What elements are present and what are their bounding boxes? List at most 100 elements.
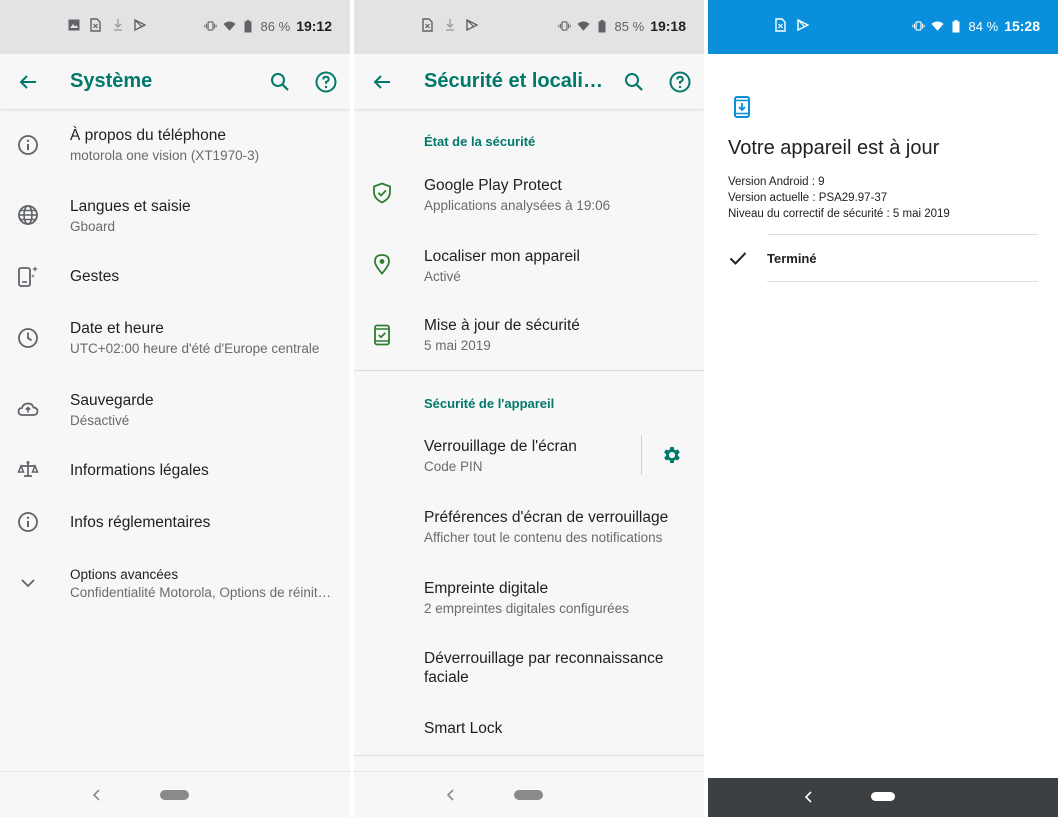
vibrate-icon	[557, 19, 571, 33]
status-bar: 85 % 19:18	[354, 0, 704, 54]
list-item-subtitle: Code PIN	[424, 459, 483, 474]
nav-back-icon[interactable]	[444, 788, 458, 802]
cloud-upload-icon	[16, 397, 40, 421]
list-item-title: Smart Lock	[424, 720, 503, 737]
list-item-fingerprint[interactable]: Empreinte digitale 2 empreintes digitale…	[354, 562, 704, 632]
nav-back-icon[interactable]	[90, 788, 104, 802]
nav-home-pill[interactable]	[871, 792, 895, 801]
help-icon[interactable]	[314, 70, 338, 94]
done-label: Terminé	[767, 251, 817, 266]
navigation-bar	[354, 771, 704, 817]
battery-icon	[596, 19, 609, 33]
status-bar: 86 % 19:12	[0, 0, 350, 54]
section-header-security-status: État de la sécurité	[424, 134, 536, 149]
check-icon	[728, 248, 748, 268]
clock: 19:18	[650, 18, 686, 34]
download-notification-icon	[111, 18, 124, 32]
play-store-notification-icon	[465, 18, 478, 32]
security-patch-level: Niveau du correctif de sécurité : 5 mai …	[728, 208, 950, 220]
security-update-icon	[370, 323, 394, 347]
list-item-subtitle: Applications analysées à 19:06	[424, 198, 611, 213]
list-item-title: Date et heure	[70, 320, 164, 337]
system-update-screen: 84 % 15:28 Votre appareil est à jour Ver…	[708, 0, 1058, 817]
vibrate-icon	[911, 19, 925, 33]
search-icon[interactable]	[622, 70, 646, 94]
nav-back-icon[interactable]	[802, 790, 816, 804]
list-item-date-time[interactable]: Date et heure UTC+02:00 heure d'été d'Eu…	[0, 305, 350, 375]
list-item-find-my-device[interactable]: Localiser mon appareil Activé	[354, 230, 704, 300]
app-bar: Système	[0, 54, 350, 110]
list-item-title: Google Play Protect	[424, 177, 562, 194]
battery-percentage: 84 %	[968, 18, 999, 34]
back-arrow-icon[interactable]	[370, 70, 394, 94]
section-divider	[354, 370, 704, 371]
navigation-bar	[708, 778, 1058, 817]
nav-home-pill[interactable]	[514, 790, 543, 800]
wifi-icon	[930, 19, 944, 33]
list-item-smart-lock[interactable]: Smart Lock	[354, 702, 704, 754]
page-title: Sécurité et localisation	[424, 70, 608, 92]
list-item-subtitle: motorola one vision (XT1970-3)	[70, 148, 260, 163]
shield-check-icon	[370, 181, 394, 205]
wifi-icon	[576, 19, 590, 33]
list-item-subtitle: 2 empreintes digitales configurées	[424, 601, 629, 616]
list-item-screen-lock[interactable]: Verrouillage de l'écran Code PIN	[354, 422, 634, 492]
page-title: Système	[70, 70, 153, 92]
app-bar: Sécurité et localisation	[354, 54, 704, 110]
download-notification-icon	[443, 18, 456, 32]
list-item-backup[interactable]: Sauvegarde Désactivé	[0, 375, 350, 445]
list-item-security-update[interactable]: Mise à jour de sécurité 5 mai 2019	[354, 300, 704, 370]
system-update-icon	[732, 96, 752, 118]
list-item-regulatory-info[interactable]: Infos réglementaires	[0, 497, 350, 549]
section-header-device-security: Sécurité de l'appareil	[424, 396, 555, 411]
list-item-lock-screen-preferences[interactable]: Préférences d'écran de verrouillage Affi…	[354, 492, 704, 562]
list-item-about-phone[interactable]: À propos du téléphone motorola one visio…	[0, 110, 350, 180]
sim-notification-icon	[89, 18, 102, 32]
back-arrow-icon[interactable]	[16, 70, 40, 94]
clock-icon	[16, 326, 40, 350]
list-item-subtitle: Afficher tout le contenu des notificatio…	[424, 530, 663, 545]
security-location-screen: 85 % 19:18 Sécurité et localisation État…	[354, 0, 704, 817]
navigation-bar	[0, 771, 350, 817]
globe-icon	[16, 203, 40, 227]
list-item-title: Préférences d'écran de verrouillage	[424, 509, 669, 526]
current-version: Version actuelle : PSA29.97-37	[728, 192, 888, 204]
android-version: Version Android : 9	[728, 176, 825, 188]
list-item-play-protect[interactable]: Google Play Protect Applications analysé…	[354, 160, 704, 230]
list-item-title: Mise à jour de sécurité	[424, 317, 580, 334]
list-item-title-line2: faciale	[424, 669, 469, 686]
list-item-face-unlock[interactable]: Déverrouillage par reconnaissance facial…	[354, 632, 704, 702]
location-pin-icon	[370, 252, 394, 276]
system-settings-screen: 86 % 19:12 Système À propos du téléphone…	[0, 0, 350, 817]
list-item-title: Langues et saisie	[70, 198, 191, 215]
list-item-gestures[interactable]: Gestes	[0, 250, 350, 305]
help-icon[interactable]	[668, 70, 692, 94]
clock: 15:28	[1004, 18, 1040, 34]
list-item-subtitle: 5 mai 2019	[424, 338, 491, 353]
sim-notification-icon	[421, 18, 434, 32]
list-item-legal-info[interactable]: Informations légales	[0, 445, 350, 497]
vertical-separator	[641, 435, 642, 475]
battery-percentage: 86 %	[260, 18, 291, 34]
scale-icon	[16, 458, 40, 482]
play-store-notification-icon	[133, 18, 146, 32]
list-item-title-line1: Déverrouillage par reconnaissance	[424, 650, 664, 667]
battery-icon	[950, 19, 963, 33]
list-item-title: Sauvegarde	[70, 392, 154, 409]
sim-notification-icon	[774, 18, 787, 32]
nav-home-pill[interactable]	[160, 790, 189, 800]
list-item-subtitle: Gboard	[70, 219, 116, 234]
list-item-advanced-options[interactable]: Options avancées Confidentialité Motorol…	[0, 549, 350, 619]
list-item-languages[interactable]: Langues et saisie Gboard	[0, 180, 350, 250]
battery-percentage: 85 %	[614, 18, 645, 34]
list-item-title: Informations légales	[70, 462, 209, 479]
info-icon	[16, 133, 40, 157]
wifi-icon	[222, 19, 236, 33]
search-icon[interactable]	[268, 70, 292, 94]
list-item-subtitle: Désactivé	[70, 413, 130, 428]
gear-icon[interactable]	[661, 444, 685, 468]
play-store-notification-icon	[796, 18, 809, 32]
update-status-title: Votre appareil est à jour	[728, 137, 940, 159]
done-button[interactable]: Terminé	[708, 234, 1058, 282]
list-item-title: Gestes	[70, 268, 120, 285]
